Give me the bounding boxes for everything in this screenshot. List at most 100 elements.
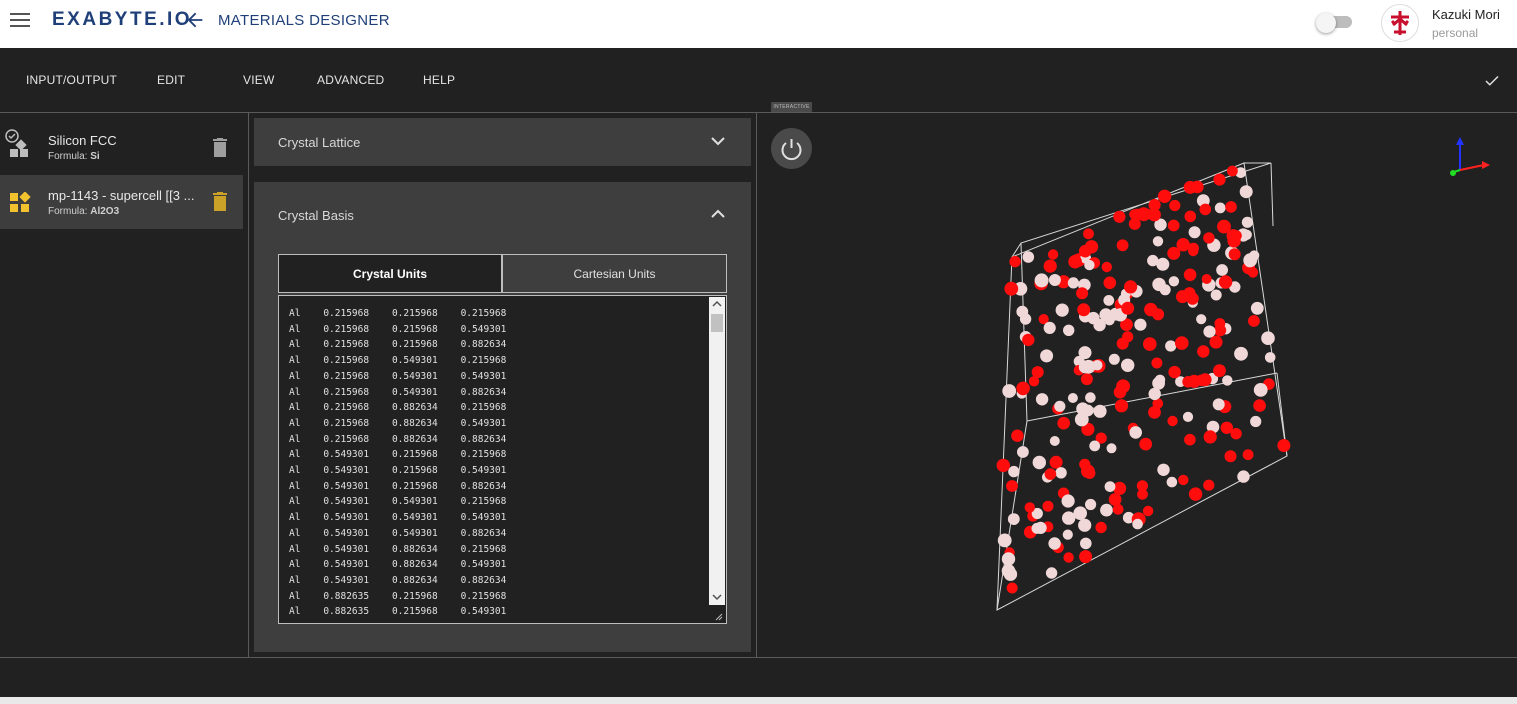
aluminum-atom [1214,202,1226,214]
user-name[interactable]: Kazuki Mori [1432,7,1500,22]
aluminum-atom [1045,567,1058,579]
oxygen-atom [1253,399,1266,412]
aluminum-atom [1008,465,1020,478]
aluminum-atom [1055,303,1069,317]
crystal-lattice-accordion[interactable]: Crystal Lattice [254,118,751,166]
aluminum-atom [1250,415,1262,428]
oxygen-atom [1080,373,1093,386]
oxygen-atom [1227,165,1238,177]
oxygen-atom [1169,199,1181,212]
aluminum-atom [1031,522,1043,534]
aluminum-atom [1062,529,1073,540]
oxygen-atom [1077,303,1091,317]
aluminum-atom [1089,440,1101,452]
material-formula: Formula: Al2O3 [48,206,120,217]
aluminum-atom [1043,321,1056,334]
oxygen-atom [1103,276,1117,290]
oxygen-atom [1121,301,1135,315]
oxygen-atom [1049,455,1063,469]
oxygen-atom [1004,281,1019,296]
oxygen-atom [1199,203,1212,216]
logo[interactable]: EXABYTE.IO [52,9,192,31]
oxygen-atom [1044,468,1057,480]
crystal-structure-view[interactable] [757,113,1517,657]
menu-advanced[interactable]: ADVANCED [317,73,384,87]
checkmark-icon[interactable] [1482,72,1502,90]
oxygen-atom [1129,209,1140,220]
hamburger-menu-icon[interactable] [10,13,30,29]
aluminum-atom [1222,375,1233,386]
oxygen-atom [1167,246,1181,260]
oxygen-atom [1116,379,1130,394]
oxygen-atom [1101,261,1112,273]
oxygen-atom [1124,280,1138,294]
menu-input-output[interactable]: INPUT/OUTPUT [26,73,117,87]
scrollbar[interactable] [709,297,725,605]
menu-edit[interactable]: EDIT [157,73,185,87]
scroll-down-icon[interactable] [712,593,722,601]
aluminum-atom [1016,305,1029,318]
aluminum-atom [1100,503,1113,517]
status-bar [0,657,1517,697]
tab-cartesian-units[interactable]: Cartesian Units [502,254,727,293]
aluminum-atom [1017,446,1029,458]
oxygen-atom [1224,450,1237,463]
atoms [996,165,1291,594]
aluminum-atom [1067,393,1078,403]
oxygen-atom [1016,381,1030,396]
aluminum-atom [1063,324,1075,336]
trash-icon[interactable] [212,192,228,212]
oxygen-atom [1113,210,1126,223]
menu-view[interactable]: VIEW [243,73,274,87]
interactive-tag: INTERACTIVE [771,102,812,112]
scroll-thumb[interactable] [711,314,723,332]
material-name: mp-1143 - supercell [[3 ... [48,188,195,203]
oxygen-atom [1187,374,1201,388]
oxygen-atom [1095,521,1107,534]
oxygen-atom [1220,421,1233,434]
oxygen-atom [1277,439,1291,452]
avatar[interactable] [1381,4,1419,42]
oxygen-atom [1188,487,1203,501]
aluminum-atom [1085,498,1097,511]
aluminum-atom [1210,289,1222,301]
tab-crystal-units[interactable]: Crystal Units [278,254,502,293]
scroll-up-icon[interactable] [712,300,722,308]
oxygen-atom [1167,415,1178,427]
material-formula: Formula: Si [48,151,100,162]
oxygen-atom [1213,173,1226,186]
basis-textarea[interactable]: Al 0.215968 0.215968 0.215968 Al 0.21596… [278,295,727,624]
aluminum-atom [1165,340,1177,352]
oxygen-atom [1139,437,1153,451]
accordion-title[interactable]: Crystal Basis [278,208,354,223]
chevron-up-icon[interactable] [710,208,726,220]
oxygen-atom [1122,331,1134,343]
aluminum-atom [1168,276,1180,287]
oxygen-atom [1175,336,1189,350]
menu-help[interactable]: HELP [423,73,455,87]
oxygen-atom [1242,449,1254,461]
oxygen-atom [1203,232,1215,244]
resize-handle-icon[interactable] [714,612,723,621]
oxygen-atom [1047,249,1059,260]
trash-icon[interactable] [212,138,228,158]
back-arrow-icon[interactable] [184,9,206,31]
aluminum-atom [1132,518,1143,530]
oxygen-atom [1076,287,1089,300]
oxygen-atom [1006,582,1018,594]
theme-toggle[interactable] [1316,13,1354,33]
aluminum-atom [1080,537,1092,550]
material-item-mp-1143[interactable]: mp-1143 - supercell [[3 ... Formula: Al2… [0,175,243,229]
aluminum-atom [997,533,1012,548]
aluminum-atom [1264,352,1276,363]
material-item-silicon-fcc[interactable]: Silicon FCC Formula: Si [0,120,243,174]
chevron-down-icon[interactable] [710,135,726,147]
basis-text: Al 0.215968 0.215968 0.215968 Al 0.21596… [289,308,507,618]
aluminum-atom [1035,393,1049,406]
aluminum-atom [1022,251,1035,263]
oxygen-atom [1028,376,1040,387]
oxygen-atom [1079,550,1093,564]
aluminum-atom [1237,470,1250,483]
oxygen-atom [1151,357,1163,369]
aluminum-atom [1196,314,1207,325]
